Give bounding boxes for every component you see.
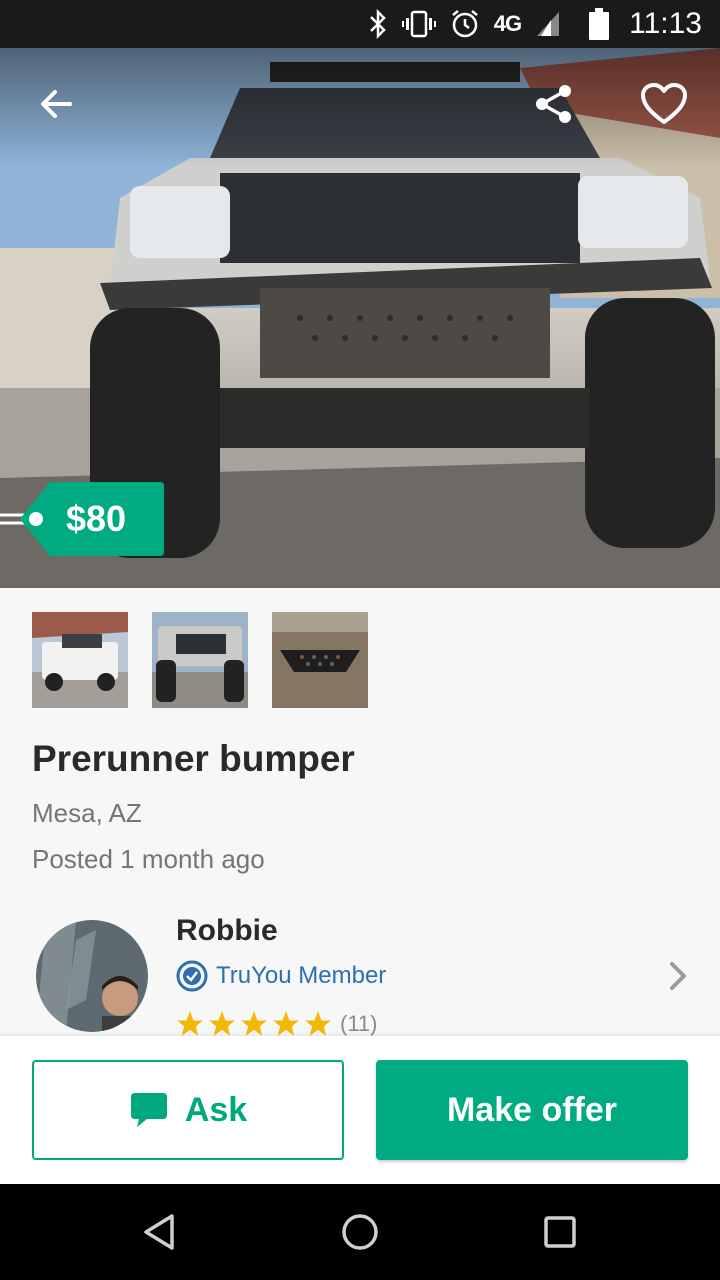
triangle-back-icon	[144, 1214, 174, 1250]
vibrate-icon	[401, 9, 436, 39]
make-offer-label: Make offer	[446, 1090, 618, 1129]
share-button[interactable]	[526, 76, 582, 132]
square-recents-icon	[544, 1216, 576, 1248]
avatar	[36, 920, 148, 1032]
nav-recents-button[interactable]	[536, 1208, 584, 1256]
star-icon	[273, 1011, 299, 1036]
listing-location: Mesa, AZ	[32, 798, 142, 828]
ask-button[interactable]: Ask	[32, 1060, 344, 1160]
thumbnail-strip	[32, 612, 368, 708]
thumbnail-image	[152, 612, 248, 708]
thumbnail-3[interactable]	[272, 612, 368, 708]
clock: 11:13	[629, 7, 702, 40]
posted-time: Posted 1 month ago	[32, 844, 265, 874]
star-icon	[177, 1011, 203, 1036]
truyou-label: TruYou Member	[216, 962, 387, 989]
price-tag: $80	[0, 482, 164, 556]
seller-rating: (11)	[176, 1010, 378, 1038]
signal-icon	[535, 10, 561, 38]
system-nav-bar	[0, 1184, 720, 1280]
make-offer-button[interactable]: Make offer	[376, 1060, 688, 1160]
back-button[interactable]	[28, 76, 84, 132]
network-4g-icon: 4G	[493, 11, 522, 36]
back-arrow-icon	[41, 90, 72, 118]
rating-count: (11)	[340, 1011, 378, 1036]
status-bar: 4G 11:13	[0, 0, 720, 48]
action-bar: Ask Make offer	[0, 1036, 720, 1184]
verified-check-icon	[176, 960, 208, 992]
nav-home-button[interactable]	[336, 1208, 384, 1256]
listing-hero-image[interactable]: $80	[0, 48, 720, 588]
chevron-right-icon	[664, 960, 692, 997]
price-label: $80	[66, 498, 127, 539]
share-icon	[536, 85, 571, 123]
circle-home-icon	[342, 1214, 378, 1250]
seller-name: Robbie	[176, 914, 278, 947]
truyou-badge: TruYou Member	[176, 960, 386, 992]
seller-profile-row[interactable]: Robbie TruYou Member (11)	[0, 900, 720, 1036]
star-icon	[305, 1011, 331, 1036]
favorite-button[interactable]	[636, 76, 692, 132]
heart-icon	[641, 83, 687, 124]
star-icon	[241, 1011, 267, 1036]
listing-title: Prerunner bumper	[32, 738, 355, 779]
battery-icon	[589, 8, 610, 40]
thumbnail-image	[272, 612, 368, 708]
thumbnail-1[interactable]	[32, 612, 128, 708]
nav-back-button[interactable]	[136, 1208, 184, 1256]
alarm-icon	[450, 9, 480, 39]
ask-button-label: Ask	[184, 1090, 248, 1129]
bluetooth-icon	[368, 9, 388, 39]
star-icon	[209, 1011, 235, 1036]
thumbnail-2[interactable]	[152, 612, 248, 708]
chat-bubble-icon	[130, 1093, 167, 1127]
thumbnail-image	[32, 612, 128, 708]
